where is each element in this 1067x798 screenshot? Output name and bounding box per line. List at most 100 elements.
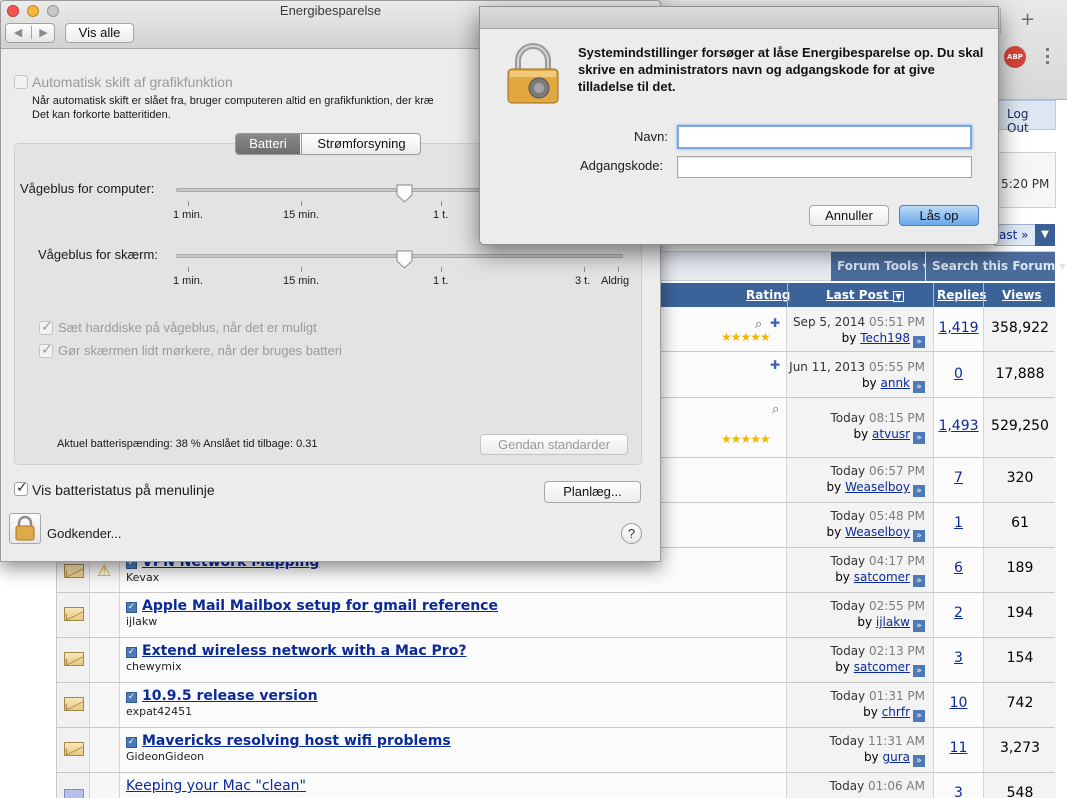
replies-link[interactable]: 2: [954, 605, 963, 621]
go-to-last-post-icon[interactable]: »: [913, 620, 925, 632]
last-poster-link[interactable]: satcomer: [854, 660, 910, 674]
last-poster-link[interactable]: chrfr: [882, 705, 910, 719]
rating-header[interactable]: Rating: [746, 288, 790, 302]
table-row: Keeping your Mac "clean" Today 01:06 AM …: [56, 773, 1056, 798]
schedule-button[interactable]: Planlæg...: [544, 481, 641, 503]
thread-title-link[interactable]: Mavericks resolving host wifi problems: [142, 733, 451, 749]
name-field[interactable]: [677, 125, 972, 149]
thread-title-link[interactable]: 10.9.5 release version: [142, 688, 318, 704]
computer-sleep-label: Vågeblus for computer:: [20, 181, 155, 196]
hdd-sleep-checkbox[interactable]: ✓: [39, 319, 53, 335]
search-forum-menu[interactable]: Search this Forum ▾: [926, 252, 1065, 281]
lock-button[interactable]: [9, 513, 41, 544]
table-row: ✓ Extend wireless network with a Mac Pro?…: [56, 638, 1056, 683]
views-count: 189: [1006, 560, 1034, 576]
unlock-button[interactable]: Lås op: [899, 205, 979, 226]
replies-link[interactable]: 1,419: [938, 320, 978, 336]
last-poster-link[interactable]: satcomer: [854, 570, 910, 584]
last-post-header[interactable]: Last Post ▼: [826, 288, 904, 302]
lock-icon: [502, 41, 564, 105]
thread-envelope-icon: [64, 607, 84, 621]
dialog-title-strip: [480, 7, 998, 29]
views-count: 320: [1006, 470, 1034, 486]
name-label: Navn:: [634, 129, 668, 144]
new-tab-button[interactable]: +: [1020, 9, 1035, 30]
forum-tools-menu[interactable]: Forum Tools ▾: [831, 252, 929, 281]
replies-link[interactable]: 11: [950, 740, 968, 756]
table-row: ✓ Mavericks resolving host wifi problems G…: [56, 728, 1056, 773]
replies-link[interactable]: 1: [954, 515, 963, 531]
replies-header[interactable]: Replies: [937, 288, 986, 302]
password-field[interactable]: [677, 156, 972, 178]
pager-dropdown-icon[interactable]: ▼: [1035, 224, 1055, 246]
go-to-last-post-icon[interactable]: »: [913, 530, 925, 542]
back-arrow-icon[interactable]: ◀: [6, 26, 30, 39]
views-header[interactable]: Views: [1002, 288, 1042, 302]
go-to-last-post-icon[interactable]: »: [913, 575, 925, 587]
go-to-last-post-icon[interactable]: »: [913, 485, 925, 497]
battery-status-checkbox[interactable]: ✓: [14, 480, 28, 496]
thread-starter: Kevax: [126, 571, 160, 584]
thread-title-link[interactable]: Apple Mail Mailbox setup for gmail refer…: [142, 598, 498, 614]
auto-graphics-desc-2: Det kan forkorte batteritiden.: [32, 109, 171, 121]
views-count: 3,273: [999, 740, 1041, 756]
adblock-icon[interactable]: ABP: [1004, 46, 1026, 68]
lock-icon: [15, 515, 35, 541]
show-all-button[interactable]: Vis alle: [65, 23, 134, 43]
dim-display-label: Gør skærmen lidt mørkere, når der bruges…: [58, 343, 342, 358]
dim-display-checkbox[interactable]: ✓: [39, 342, 53, 358]
views-count: 358,922: [991, 320, 1049, 336]
replies-link[interactable]: 3: [954, 785, 963, 798]
views-count: 548: [1006, 785, 1034, 798]
views-count: 194: [1006, 605, 1034, 621]
last-poster-link[interactable]: gura: [882, 750, 910, 764]
tick-label: 1 min.: [173, 209, 203, 221]
last-poster-link[interactable]: atvusr: [872, 427, 910, 441]
replies-link[interactable]: 7: [954, 470, 963, 486]
replies-link[interactable]: 0: [954, 366, 963, 382]
go-to-last-post-icon[interactable]: »: [913, 665, 925, 677]
views-count: 529,250: [991, 418, 1049, 434]
thread-title-link[interactable]: Extend wireless network with a Mac Pro?: [142, 643, 466, 659]
thread-starter: GideonGideon: [126, 750, 205, 763]
thread-starter: chewymix: [126, 660, 182, 673]
rating-stars: ★★★★★: [721, 330, 771, 344]
battery-status-menu-label: Vis batteristatus på menulinje: [32, 482, 215, 498]
display-sleep-label: Vågeblus for skærm:: [38, 247, 158, 262]
help-button[interactable]: ?: [621, 523, 642, 544]
tab-battery[interactable]: Batteri: [236, 134, 300, 154]
views-count: 17,888: [995, 366, 1045, 382]
auto-graphics-checkbox[interactable]: [14, 75, 28, 89]
tick-label: 1 t.: [433, 275, 449, 287]
replies-link[interactable]: 1,493: [938, 418, 978, 434]
go-to-last-post-icon[interactable]: »: [913, 710, 925, 722]
computer-sleep-slider-knob[interactable]: [396, 184, 413, 203]
replies-link[interactable]: 3: [954, 650, 963, 666]
go-to-last-post-icon[interactable]: »: [913, 755, 925, 767]
go-to-last-post-icon[interactable]: »: [913, 336, 925, 348]
last-poster-link[interactable]: Weaselboy: [845, 525, 910, 539]
forward-arrow-icon[interactable]: ▶: [31, 26, 55, 39]
thread-envelope-icon: [64, 742, 84, 756]
pin-icon: ✚: [770, 358, 781, 372]
last-poster-link[interactable]: Weaselboy: [845, 480, 910, 494]
restore-defaults-button[interactable]: Gendan standarder: [480, 434, 628, 455]
replies-link[interactable]: 6: [954, 560, 963, 576]
go-to-last-post-icon[interactable]: »: [913, 432, 925, 444]
last-poster-link[interactable]: Tech198: [860, 331, 910, 345]
battery-status-text: Aktuel batterispænding: 38 % Anslået tid…: [57, 438, 318, 450]
replies-link[interactable]: 10: [950, 695, 968, 711]
tab-power-adapter[interactable]: Strømforsyning: [301, 134, 420, 154]
go-to-last-post-icon[interactable]: »: [913, 381, 925, 393]
last-poster-link[interactable]: ijlakw: [876, 615, 910, 629]
logout-link[interactable]: Log Out: [998, 100, 1056, 135]
auto-graphics-label: Automatisk skift af grafikfunktion: [32, 74, 233, 90]
display-sleep-slider-knob[interactable]: [396, 250, 413, 269]
last-poster-link[interactable]: annk: [880, 376, 910, 390]
menu-icon[interactable]: [1046, 48, 1049, 64]
time-readout: 5:20 PM: [998, 152, 1056, 208]
cancel-button[interactable]: Annuller: [809, 205, 889, 226]
tick-label: 1 t.: [433, 209, 449, 221]
views-count: 154: [1006, 650, 1034, 666]
thread-title-link[interactable]: Keeping your Mac "clean": [126, 778, 306, 794]
